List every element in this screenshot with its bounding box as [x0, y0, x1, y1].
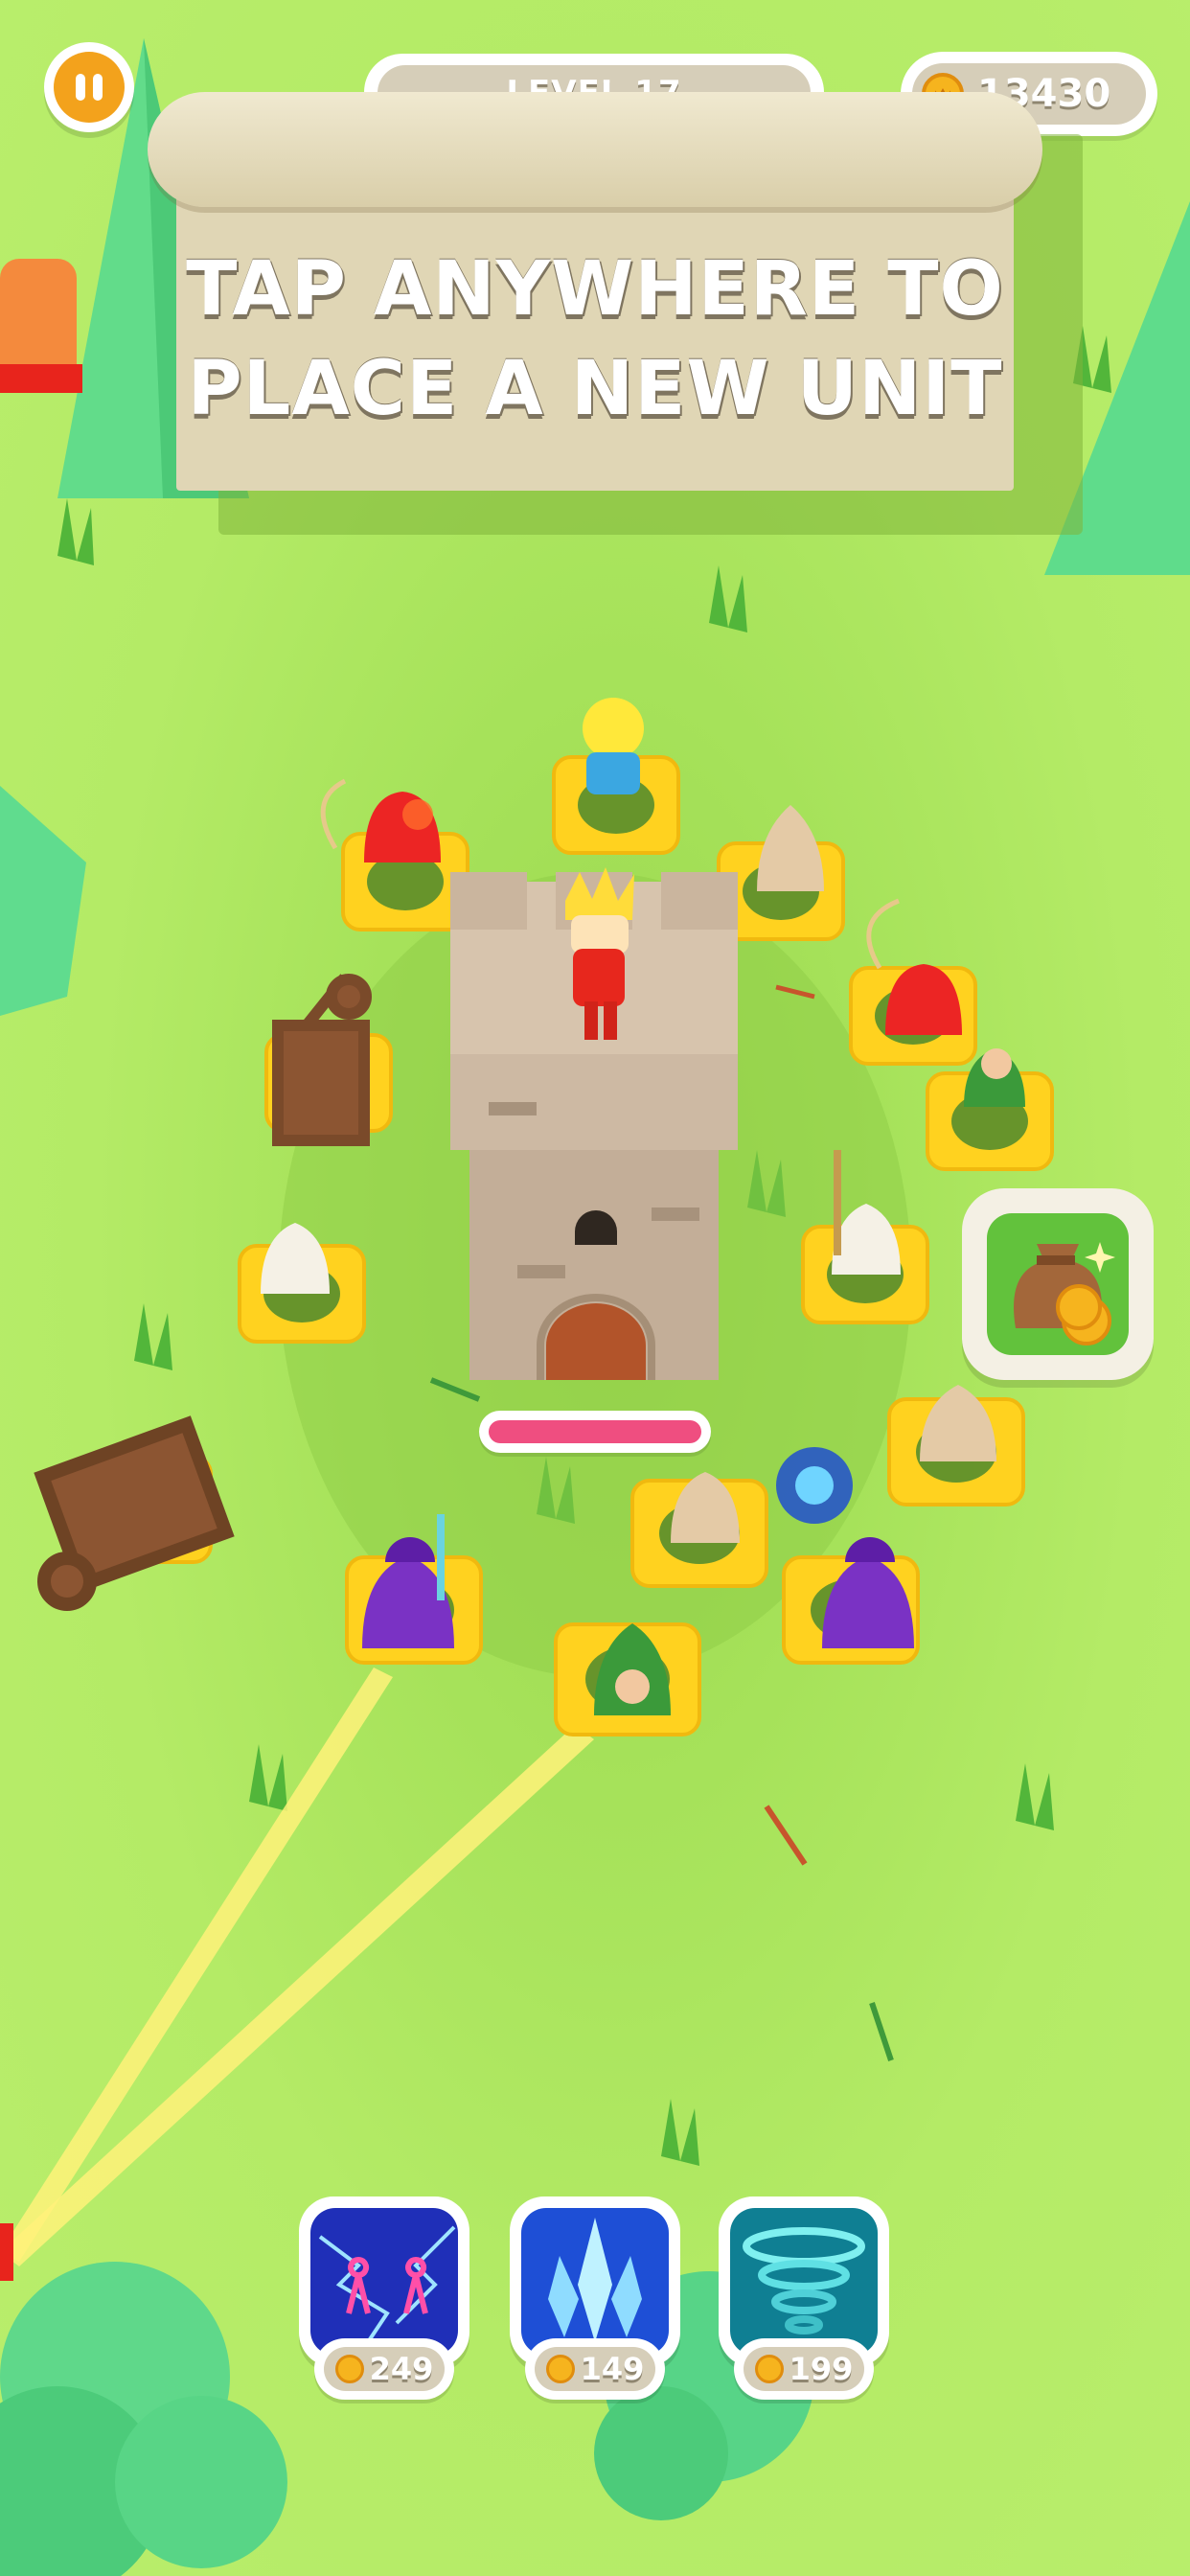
- tower-health-bar: [479, 1411, 711, 1453]
- unit-hooded-right-lower: [920, 1385, 996, 1461]
- unit-hooded-white: [757, 805, 824, 891]
- tornado-icon: [743, 2227, 865, 2334]
- tutorial-line-1: TAP ANYWHERE TO: [186, 246, 1004, 333]
- tutorial-text: TAP ANYWHERE TO PLACE A NEW UNIT: [176, 240, 1014, 439]
- ability-ice-price: 149: [525, 2338, 665, 2400]
- pause-icon: [54, 52, 125, 123]
- ice-crystal-icon: [548, 2218, 642, 2342]
- unit-yellow-head: [583, 698, 644, 794]
- tutorial-line-2: PLACE A NEW UNIT: [187, 346, 1003, 432]
- catapult-left-lower: [34, 1415, 235, 1611]
- money-bag-icon: [1014, 1242, 1115, 1346]
- catapult-left-upper: [272, 974, 372, 1146]
- coin-icon: [334, 2355, 364, 2383]
- enemy-orange-giant: [0, 259, 82, 393]
- lightning-strike-icon: [318, 2225, 456, 2344]
- ability-lightning-price: 249: [314, 2338, 454, 2400]
- coin-icon: [754, 2355, 784, 2383]
- rock-left: [0, 786, 86, 1016]
- banner-scroll-roll: [148, 92, 1042, 207]
- price-label: 149: [580, 2351, 645, 2387]
- ability-tornado-price: 199: [734, 2338, 874, 2400]
- price-label: 249: [369, 2351, 434, 2387]
- pause-button[interactable]: [44, 42, 134, 132]
- arrow-projectile: [764, 1805, 808, 1866]
- enemy-offscreen-marker: [0, 2223, 13, 2281]
- coin-icon: [545, 2355, 575, 2383]
- tower-health-fill: [489, 1420, 701, 1443]
- unit-purple-wizard-right: [822, 1537, 914, 1648]
- unit-red-wizard-left: [320, 778, 441, 862]
- game-field[interactable]: LEVEL 17 13430 TAP ANYWHERE TO PLACE A N…: [0, 0, 1190, 2576]
- price-label: 199: [789, 2351, 854, 2387]
- shop-button[interactable]: [962, 1188, 1154, 1380]
